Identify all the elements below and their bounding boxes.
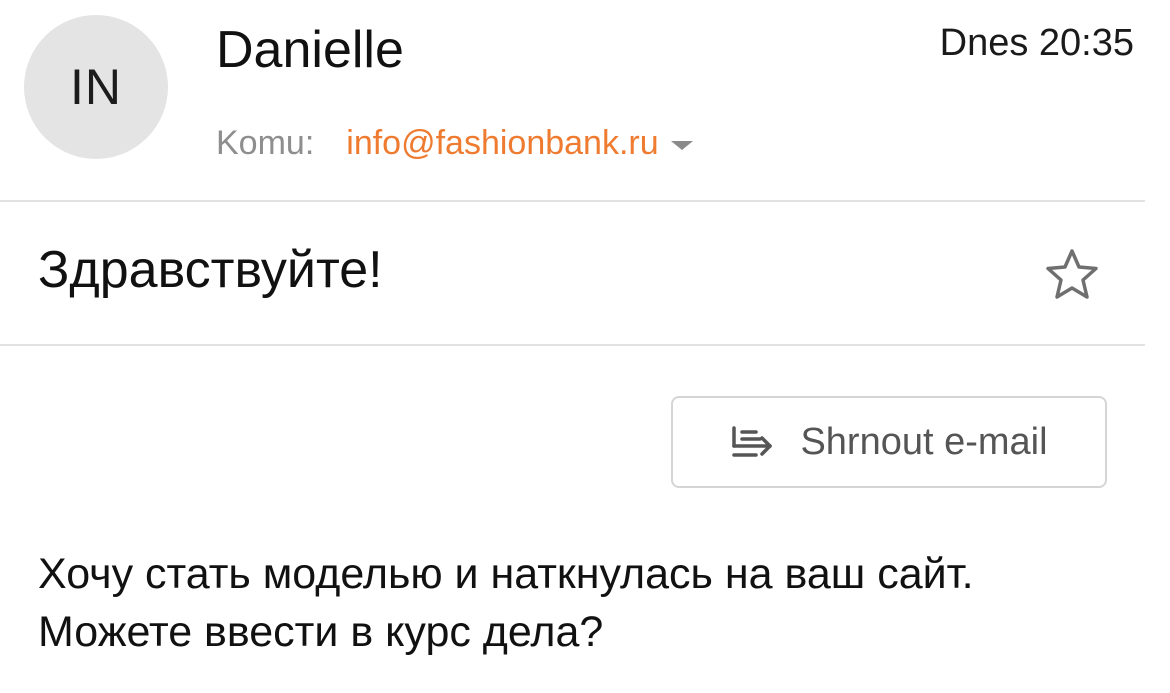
message-header: IN Danielle Dnes 20:35 Komu: info@fashio… xyxy=(0,0,1170,200)
summarize-icon xyxy=(732,426,773,457)
summarize-email-button[interactable]: Shrnout e-mail xyxy=(671,396,1107,488)
to-label: Komu: xyxy=(216,124,315,162)
recipient-address[interactable]: info@fashionbank.ru xyxy=(346,124,658,163)
message-body: Хочу стать моделью и наткнулась на ваш с… xyxy=(38,550,974,656)
star-icon[interactable] xyxy=(1042,246,1102,302)
chevron-down-icon[interactable] xyxy=(670,141,693,150)
message-date: Dnes 20:35 xyxy=(939,22,1134,64)
subject-divider xyxy=(0,344,1145,346)
recipient-row[interactable]: Komu: info@fashionbank.ru xyxy=(216,124,693,163)
email-detail-screen: IN Danielle Dnes 20:35 Komu: info@fashio… xyxy=(0,0,1170,693)
header-divider xyxy=(0,200,1145,202)
avatar-initials: IN xyxy=(70,59,122,115)
sender-avatar[interactable]: IN xyxy=(24,15,168,159)
sender-name[interactable]: Danielle xyxy=(216,20,404,80)
message-subject: Здравствуйте! xyxy=(38,241,383,299)
summarize-email-label: Shrnout e-mail xyxy=(800,420,1048,463)
